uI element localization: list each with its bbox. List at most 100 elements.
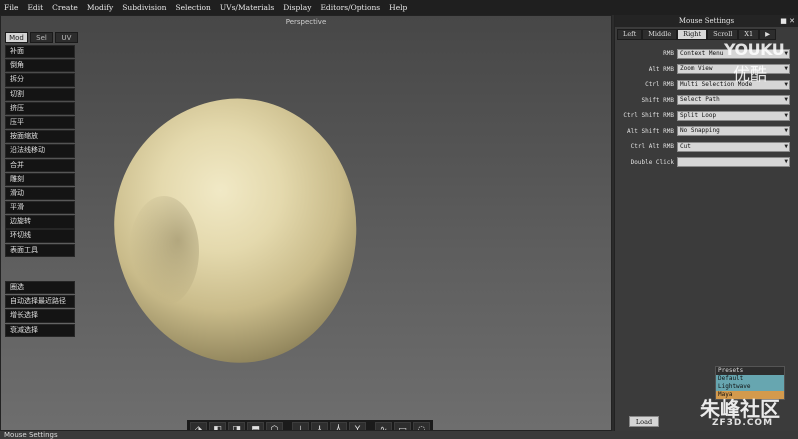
- view-shelf: ⬗ ◧ ◨ ⬒ ⬡ ⊥ ⅄ 人 Y ∿ ▭ ◌: [187, 420, 433, 430]
- binding-select[interactable]: No Snapping ▼: [677, 126, 790, 137]
- tool-button[interactable]: 平滑: [5, 201, 75, 215]
- menu-modify[interactable]: Modify: [87, 3, 113, 12]
- binding-select[interactable]: Select Path ▼: [677, 95, 790, 106]
- panel-title-bar: Mouse Settings ■ ✕: [615, 15, 798, 27]
- binding-label: Double Click: [630, 158, 674, 166]
- tab-scroll-arrow-icon[interactable]: ▶: [759, 29, 777, 40]
- tab-middle[interactable]: Middle: [642, 29, 678, 40]
- binding-row: Shift RMB Select Path ▼: [615, 93, 798, 109]
- chevron-down-icon: ▼: [784, 158, 788, 166]
- tab-sel[interactable]: Sel: [30, 32, 53, 43]
- tool-button[interactable]: 自动选择最近路径: [5, 295, 75, 309]
- cube-icon[interactable]: ⬗: [190, 422, 207, 430]
- tool-list: 补面 倒角 拆分 切割 挤压 压平 按面缩放 沿法线移动 合并 雕刻 滑动 平滑…: [5, 45, 75, 258]
- rect-select-icon[interactable]: ▭: [394, 422, 411, 430]
- binding-value: Split Loop: [680, 111, 717, 119]
- binding-label: Ctrl Alt RMB: [630, 143, 674, 151]
- tool-button[interactable]: 滑动: [5, 186, 75, 201]
- tool-button[interactable]: 圈选: [5, 281, 75, 295]
- axis-x-icon[interactable]: ⊥: [292, 422, 309, 430]
- tool-button[interactable]: 沿法线移动: [5, 144, 75, 158]
- cube-side-icon[interactable]: ◨: [228, 422, 245, 430]
- axis-all-icon[interactable]: Y: [349, 422, 366, 430]
- binding-rows: RMB Context Menu ▼ Alt RMB Zoom View ▼ Ctr…: [615, 46, 798, 170]
- tab-uv[interactable]: UV: [55, 32, 78, 43]
- binding-row: Alt Shift RMB No Snapping ▼: [615, 124, 798, 140]
- lasso-icon[interactable]: ◌: [413, 422, 430, 430]
- binding-select[interactable]: Cut ▼: [677, 141, 790, 152]
- tool-button[interactable]: 拆分: [5, 73, 75, 87]
- shelf-divider: [285, 422, 290, 430]
- chevron-down-icon: ▼: [784, 80, 788, 88]
- binding-row: Double Click ▼: [615, 155, 798, 171]
- load-button[interactable]: Load: [629, 416, 659, 427]
- tool-button[interactable]: 增长选择: [5, 309, 75, 323]
- axis-z-icon[interactable]: 人: [330, 422, 347, 430]
- tool-button[interactable]: 边旋转: [5, 215, 75, 229]
- binding-label: Ctrl Shift RMB: [623, 112, 674, 120]
- binding-label: Ctrl RMB: [645, 81, 674, 89]
- preset-item[interactable]: Default: [716, 375, 784, 383]
- menu-selection[interactable]: Selection: [175, 3, 210, 12]
- binding-value: Select Path: [680, 96, 720, 104]
- menu-uvs-materials[interactable]: UVs/Materials: [220, 3, 274, 12]
- chevron-down-icon: ▼: [784, 127, 788, 135]
- tool-button[interactable]: 补面: [5, 45, 75, 59]
- binding-value: Zoom View: [680, 65, 713, 73]
- menu-subdivision[interactable]: Subdivision: [122, 3, 166, 12]
- binding-row: Ctrl Shift RMB Split Loop ▼: [615, 108, 798, 124]
- menu-display[interactable]: Display: [283, 3, 311, 12]
- tool-button[interactable]: 环切线: [5, 229, 75, 243]
- panel-title: Mouse Settings: [678, 17, 735, 25]
- curve-icon[interactable]: ∿: [375, 422, 392, 430]
- preset-header: Presets: [718, 367, 744, 374]
- axis-y-icon[interactable]: ⅄: [311, 422, 328, 430]
- cube-top-icon[interactable]: ⬒: [247, 422, 264, 430]
- tool-tabs: Mod Sel UV: [5, 32, 78, 43]
- tool-button[interactable]: 挤压: [5, 101, 75, 116]
- tool-button[interactable]: 合并: [5, 158, 75, 172]
- menu-edit[interactable]: Edit: [27, 3, 43, 12]
- chevron-down-icon: ▼: [784, 142, 788, 150]
- tool-button[interactable]: 切割: [5, 87, 75, 101]
- menu-help[interactable]: Help: [389, 3, 407, 12]
- tool-button[interactable]: 衰减选择: [5, 323, 75, 337]
- binding-row: Ctrl Alt RMB Cut ▼: [615, 139, 798, 155]
- tab-mod[interactable]: Mod: [5, 32, 28, 43]
- mouse-button-tabs: Left Middle Right Scroll X1 ▶: [615, 29, 798, 40]
- binding-select[interactable]: ▼: [677, 157, 790, 168]
- viewport-title: Perspective: [285, 18, 327, 26]
- mouse-settings-panel: Mouse Settings ■ ✕ Left Middle Right Scr…: [614, 15, 798, 431]
- close-icon[interactable]: ■ ✕: [780, 15, 795, 27]
- tool-button[interactable]: 倒角: [5, 59, 75, 73]
- tab-left[interactable]: Left: [617, 29, 643, 40]
- preset-item[interactable]: Lightwave: [716, 383, 784, 391]
- menu-file[interactable]: File: [4, 3, 18, 12]
- tool-button[interactable]: 雕刻: [5, 172, 75, 186]
- tool-button[interactable]: 按面缩放: [5, 130, 75, 144]
- status-bar: Mouse Settings: [0, 431, 798, 439]
- binding-value: Context Menu: [680, 49, 724, 57]
- tab-scroll[interactable]: Scroll: [707, 29, 739, 40]
- binding-label: Shift RMB: [641, 96, 674, 104]
- binding-value: Cut: [680, 142, 691, 150]
- youku-cn-watermark: 优酷: [733, 65, 767, 85]
- perspective-viewport[interactable]: Perspective Mod Sel UV 补面 倒角 拆分 切割 挤压 压平…: [0, 15, 612, 431]
- binding-select[interactable]: Split Loop ▼: [677, 110, 790, 121]
- chevron-down-icon: ▼: [784, 96, 788, 104]
- binding-label: Alt RMB: [648, 65, 674, 73]
- binding-label: RMB: [663, 50, 674, 58]
- youku-watermark: YOUKU: [724, 40, 785, 59]
- menu-create[interactable]: Create: [52, 3, 78, 12]
- cube-front-icon[interactable]: ◧: [209, 422, 226, 430]
- sphere-icon[interactable]: ⬡: [266, 422, 283, 430]
- tab-x1[interactable]: X1: [738, 29, 760, 40]
- tab-right[interactable]: Right: [677, 29, 708, 40]
- binding-value: No Snapping: [680, 127, 720, 135]
- binding-row: Alt RMB Zoom View ▼: [615, 62, 798, 78]
- chevron-down-icon: ▼: [784, 65, 788, 73]
- menu-editors-options[interactable]: Editors/Options: [320, 3, 380, 12]
- shelf-divider: [368, 422, 373, 430]
- tool-button[interactable]: 压平: [5, 115, 75, 130]
- tool-button[interactable]: 表面工具: [5, 243, 75, 257]
